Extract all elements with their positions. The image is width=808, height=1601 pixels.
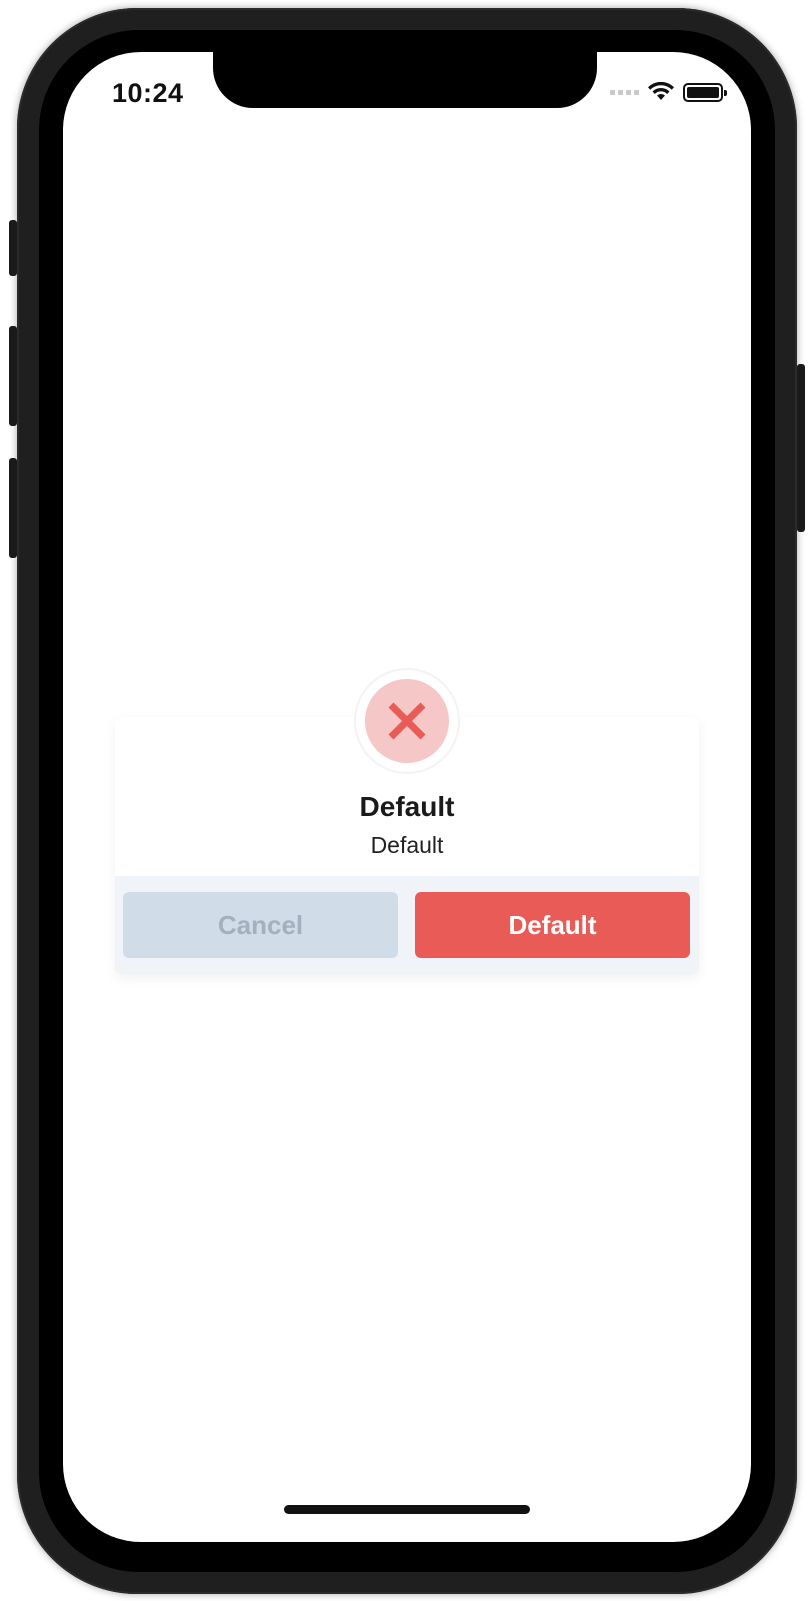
battery-icon [683, 82, 727, 102]
volume-up-button [9, 326, 17, 426]
close-x-icon [388, 702, 426, 740]
power-button [797, 364, 805, 532]
notch [213, 52, 597, 108]
cellular-signal-icon [610, 89, 639, 95]
alert-dialog: Default Default Cancel Default [115, 670, 699, 974]
alert-title: Default [359, 791, 455, 822]
cancel-button[interactable]: Cancel [123, 892, 398, 958]
alert-message: Default [370, 832, 444, 858]
screen: 10:24 Default Default Cancel Default [63, 52, 751, 1542]
volume-down-button [9, 458, 17, 558]
status-icons [610, 82, 727, 102]
alert-icon-badge [365, 679, 449, 763]
home-indicator[interactable] [284, 1505, 530, 1514]
wifi-icon [648, 82, 674, 100]
alert-icon-ring [356, 670, 458, 772]
mute-switch [9, 220, 17, 276]
confirm-button[interactable]: Default [415, 892, 690, 958]
status-time: 10:24 [112, 78, 184, 108]
